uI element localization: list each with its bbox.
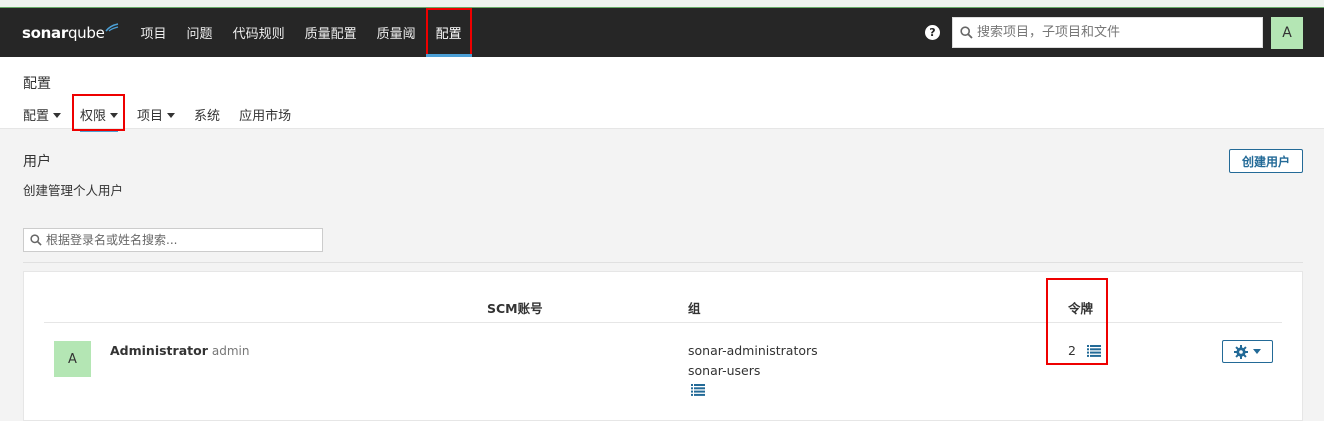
tab-projects-label: 项目: [137, 109, 164, 124]
users-title: 用户: [23, 154, 51, 170]
sonarqube-logo[interactable]: sonar qube: [22, 22, 119, 42]
nav-item-rules[interactable]: 代码规则: [223, 8, 295, 57]
user-avatar[interactable]: A: [1271, 17, 1303, 49]
tab-configuration[interactable]: 配置: [23, 105, 62, 125]
tab-system[interactable]: 系统: [194, 105, 220, 125]
global-search-input[interactable]: [977, 25, 1257, 40]
nav-item-issues[interactable]: 问题: [177, 8, 223, 57]
tab-configuration-label: 配置: [23, 109, 50, 124]
users-table: SCM账号 组 令牌 A Administrator admin sonar-ad…: [23, 271, 1303, 421]
user-filter[interactable]: [23, 228, 323, 252]
divider: [23, 262, 1303, 263]
edit-groups-list-icon[interactable]: [691, 384, 705, 396]
page-title: 配置: [23, 76, 51, 92]
admin-sub-tabs: 配置 权限 项目 系统 应用市场: [23, 105, 310, 132]
main-nav: 项目 问题 代码规则 质量配置 质量阈 配置: [131, 8, 472, 57]
tab-marketplace[interactable]: 应用市场: [239, 105, 291, 125]
highlight-box-tokens: [1046, 278, 1108, 365]
row-user-avatar: A: [54, 341, 91, 377]
group-item: sonar-users: [688, 363, 761, 378]
nav-item-administration[interactable]: 配置: [425, 8, 472, 57]
search-icon: [960, 26, 973, 39]
caret-down-icon: [1253, 349, 1261, 354]
caret-down-icon: [167, 113, 176, 118]
create-user-button[interactable]: 创建用户: [1229, 149, 1303, 173]
help-icon[interactable]: ?: [925, 25, 940, 40]
sonar-wave-icon: [104, 22, 118, 31]
search-icon: [30, 234, 42, 246]
nav-item-quality-gates[interactable]: 质量阈: [367, 8, 426, 57]
column-header-scm: SCM账号: [487, 301, 543, 316]
nav-item-projects[interactable]: 项目: [131, 8, 177, 57]
highlight-box-security-tab: [72, 94, 125, 131]
group-item: sonar-administrators: [688, 343, 818, 358]
nav-item-quality-profiles[interactable]: 质量配置: [295, 8, 367, 57]
user-name: Administrator admin: [110, 343, 249, 358]
user-filter-input[interactable]: [46, 233, 316, 247]
logo-text-sonar: sonar: [22, 23, 68, 42]
page-header: 配置 配置 权限 项目 系统 应用市场: [0, 57, 1324, 132]
user-display-name: Administrator: [110, 343, 208, 358]
column-header-groups: 组: [688, 301, 701, 316]
gear-icon: [1234, 344, 1248, 359]
caret-down-icon: [53, 113, 62, 118]
user-actions-button[interactable]: [1222, 340, 1273, 363]
top-navbar: sonarqube 项目 问题 代码规则 质量配置 质量阈 配置 ? A: [0, 8, 1324, 57]
global-search[interactable]: [952, 17, 1263, 48]
tab-projects[interactable]: 项目: [137, 105, 176, 125]
users-description: 创建管理个人用户: [23, 183, 124, 198]
logo-text-qube: qube: [67, 23, 105, 42]
user-login: admin: [211, 344, 250, 358]
browser-strip: [0, 0, 1324, 8]
